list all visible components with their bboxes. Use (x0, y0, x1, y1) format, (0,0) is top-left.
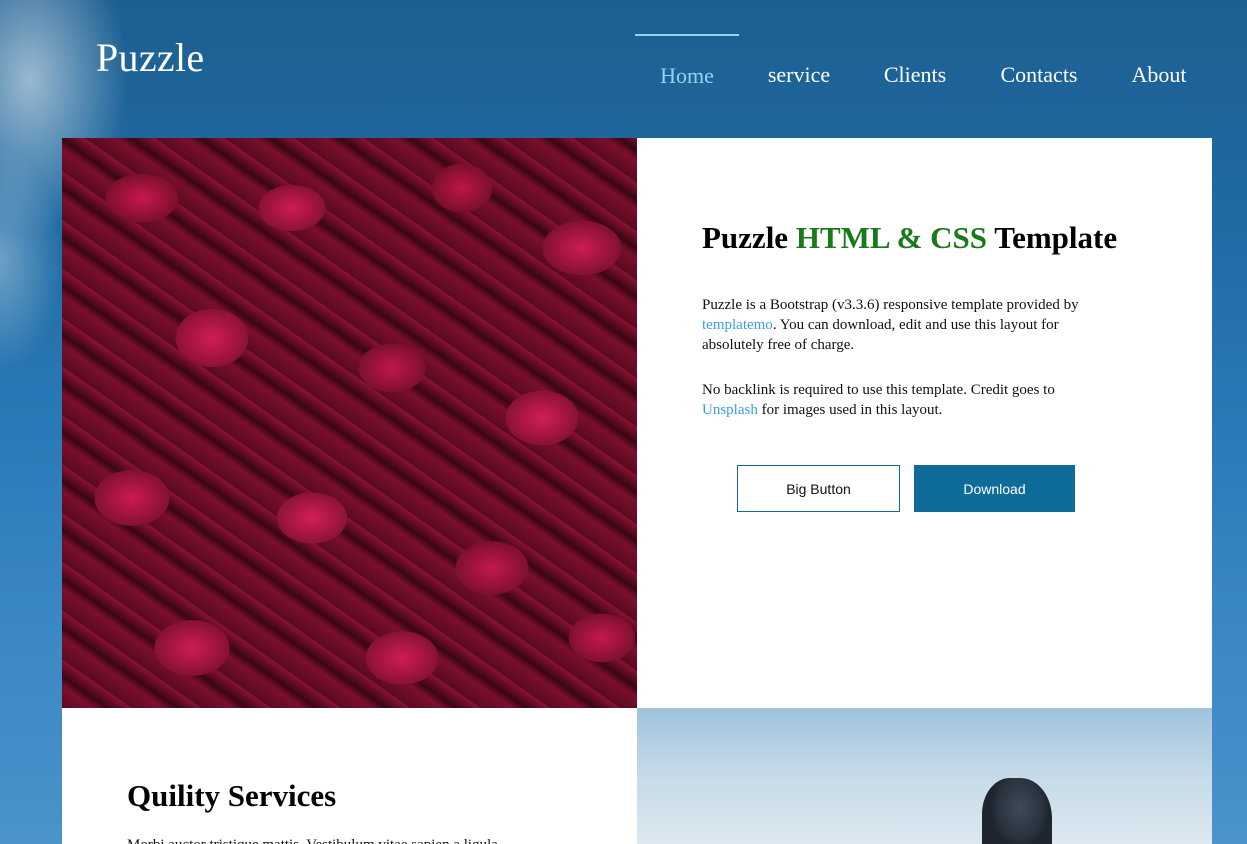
hero-text-panel: Puzzle HTML & CSS Template Puzzle is a B… (637, 138, 1212, 708)
nav-item-service[interactable]: service (752, 34, 846, 104)
hooded-person-image (637, 708, 1212, 844)
services-text: Morbi auctor tristique mattis. Vestibulu… (127, 835, 567, 844)
coleus-leaves-image (62, 138, 637, 708)
services-panel: Quility Services Morbi auctor tristique … (62, 708, 637, 844)
big-button[interactable]: Big Button (737, 465, 900, 512)
download-button[interactable]: Download (914, 465, 1075, 512)
nav-item-clients[interactable]: Clients (870, 34, 960, 104)
unsplash-link[interactable]: Unsplash (702, 402, 758, 418)
nav-item-contacts[interactable]: Contacts (986, 34, 1092, 104)
site-header: Puzzle Home service Clients Contacts Abo… (0, 0, 1247, 138)
services-title: Quility Services (127, 778, 337, 813)
nav-item-about[interactable]: About (1118, 34, 1200, 104)
title-highlight: HTML & CSS (795, 220, 988, 255)
person-silhouette (982, 778, 1052, 844)
nav-item-home[interactable]: Home (635, 34, 739, 104)
hero-paragraph-1: Puzzle is a Bootstrap (v3.3.6) responsiv… (702, 297, 1079, 353)
hero-paragraph-2: No backlink is required to use this temp… (702, 382, 1055, 418)
main-nav: Home service Clients Contacts About (0, 34, 1247, 104)
templatemo-link[interactable]: templatemo (702, 317, 773, 333)
hero-title: Puzzle HTML & CSS Template (702, 220, 1118, 255)
